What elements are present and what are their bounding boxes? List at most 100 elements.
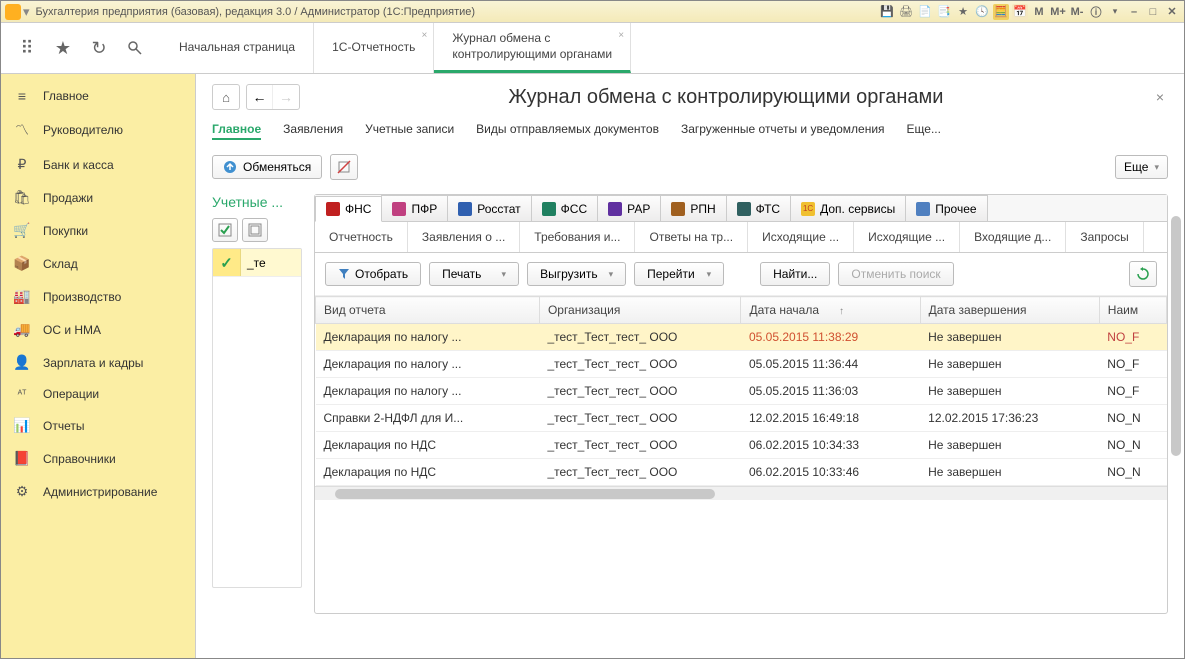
export-button[interactable]: Выгрузить [527, 262, 626, 286]
type-tab-3[interactable]: Ответы на тр... [635, 222, 748, 252]
check-all-button[interactable] [212, 218, 238, 242]
favorite-icon[interactable]: ★ [955, 4, 971, 20]
nav-admin[interactable]: ⚙Администрирование [1, 475, 195, 508]
calendar-icon[interactable]: 📅 [1012, 4, 1028, 20]
section-tab-accounts[interactable]: Учетные записи [365, 120, 454, 140]
section-tab-more[interactable]: Еще... [907, 120, 941, 140]
agency-tab-пфр[interactable]: ПФР [381, 195, 448, 221]
compare-icon[interactable]: 📑 [936, 4, 952, 20]
cell: Не завершен [920, 378, 1099, 405]
table-row[interactable]: Декларация по налогу ..._тест_Тест_тест_… [316, 324, 1167, 351]
print-icon[interactable]: 🖨 [898, 4, 914, 20]
col-end-date[interactable]: Дата завершения [920, 297, 1099, 324]
nav-production[interactable]: 🏭Производство [1, 280, 195, 313]
star-icon[interactable]: ★ [53, 38, 73, 58]
tab-start-page[interactable]: Начальная страница [161, 23, 314, 73]
nav-purchases[interactable]: 🛒Покупки [1, 214, 195, 247]
tab-1c-reporting[interactable]: 1С-Отчетность × [314, 23, 434, 73]
nav-main[interactable]: ≡Главное [1, 80, 195, 112]
nav-reports[interactable]: 📊Отчеты [1, 409, 195, 442]
account-checkbox[interactable]: ✓ [213, 249, 241, 276]
nav-warehouse[interactable]: 📦Склад [1, 247, 195, 280]
nav-sales[interactable]: 🛍Продажи [1, 181, 195, 214]
forward-button[interactable]: → [273, 85, 299, 109]
memory-m-button[interactable]: M [1031, 4, 1047, 20]
grid-wrapper[interactable]: Вид отчета Организация Дата начала↑ Дата… [315, 296, 1167, 613]
close-window-button[interactable]: ✕ [1164, 4, 1180, 20]
agency-tab-прочее[interactable]: Прочее [905, 195, 987, 221]
table-row[interactable]: Декларация по налогу ..._тест_Тест_тест_… [316, 351, 1167, 378]
info-dropdown[interactable]: ▾ [1107, 4, 1123, 20]
type-tab-6[interactable]: Входящие д... [960, 222, 1066, 252]
memory-mminus-button[interactable]: M- [1069, 4, 1085, 20]
history-nav-icon[interactable]: ↻ [89, 38, 109, 58]
document-icon[interactable]: 📄 [917, 4, 933, 20]
agency-tab-рар[interactable]: РАР [597, 195, 661, 221]
find-button[interactable]: Найти... [760, 262, 830, 286]
nav-operations[interactable]: ᴬᵀОперации [1, 379, 195, 409]
vertical-scrollbar[interactable] [1169, 214, 1183, 594]
calculator-icon[interactable]: 🧮 [993, 4, 1009, 20]
table-row[interactable]: Декларация по налогу ..._тест_Тест_тест_… [316, 378, 1167, 405]
table-row[interactable]: Декларация по НДС_тест_Тест_тест_ ООО06.… [316, 459, 1167, 486]
tab-close-icon[interactable]: × [618, 29, 624, 42]
print-button[interactable]: Печать [429, 262, 519, 286]
type-tab-4[interactable]: Исходящие ... [748, 222, 854, 252]
toggle-filter-button[interactable] [330, 154, 358, 180]
more-menu-button[interactable]: Еще ▾ [1115, 155, 1168, 179]
account-row[interactable]: ✓ _те [213, 249, 301, 277]
filter-button[interactable]: Отобрать [325, 262, 421, 286]
horizontal-scrollbar[interactable] [315, 486, 1167, 500]
agency-tab-рпн[interactable]: РПН [660, 195, 726, 221]
type-tab-2[interactable]: Требования и... [520, 222, 635, 252]
search-icon[interactable] [125, 38, 145, 58]
tab-close-icon[interactable]: × [422, 29, 428, 42]
type-tab-0[interactable]: Отчетность [315, 222, 408, 252]
maximize-button[interactable]: □ [1145, 4, 1161, 20]
nav-catalogs[interactable]: 📕Справочники [1, 442, 195, 475]
save-icon[interactable]: 💾 [879, 4, 895, 20]
page-close-icon[interactable]: × [1152, 85, 1168, 109]
type-tab-5[interactable]: Исходящие ... [854, 222, 960, 252]
table-row[interactable]: Декларация по НДС_тест_Тест_тест_ ООО06.… [316, 432, 1167, 459]
cancel-find-button[interactable]: Отменить поиск [838, 262, 953, 286]
apps-grid-icon[interactable]: ⠿ [17, 38, 37, 58]
info-icon[interactable]: ⓘ [1088, 4, 1104, 20]
agency-tab-росстат[interactable]: Росстат [447, 195, 531, 221]
nav-bank[interactable]: ₽Банк и касса [1, 148, 195, 181]
back-button[interactable]: ← [247, 85, 273, 109]
nav-manager[interactable]: 〽Руководителю [1, 112, 195, 148]
exchange-button[interactable]: Обменяться [212, 155, 322, 179]
history-icon[interactable]: 🕓 [974, 4, 990, 20]
memory-mplus-button[interactable]: M+ [1050, 4, 1066, 20]
cell: Не завершен [920, 351, 1099, 378]
agency-tab-доп--сервисы[interactable]: 1CДоп. сервисы [790, 195, 906, 221]
section-tab-main[interactable]: Главное [212, 120, 261, 140]
tab-exchange-journal[interactable]: Журнал обмена с контролирующими органами… [434, 23, 631, 73]
uncheck-all-button[interactable] [242, 218, 268, 242]
agency-tab-фсс[interactable]: ФСС [531, 195, 598, 221]
app-menu-dropdown[interactable]: ▾ [23, 4, 30, 20]
col-start-date[interactable]: Дата начала↑ [741, 297, 920, 324]
section-tab-loaded[interactable]: Загруженные отчеты и уведомления [681, 120, 885, 140]
type-tab-1[interactable]: Заявления о ... [408, 222, 520, 252]
nav-assets[interactable]: 🚚ОС и НМА [1, 313, 195, 346]
nav-salary[interactable]: 👤Зарплата и кадры [1, 346, 195, 379]
type-tab-7[interactable]: Запросы [1066, 222, 1143, 252]
section-tab-applications[interactable]: Заявления [283, 120, 343, 140]
scrollbar-thumb[interactable] [1171, 216, 1181, 456]
minimize-button[interactable]: – [1126, 4, 1142, 20]
accounts-list[interactable]: ✓ _те [212, 248, 302, 588]
col-organization[interactable]: Организация [539, 297, 741, 324]
col-report-type[interactable]: Вид отчета [316, 297, 540, 324]
agency-tab-фтс[interactable]: ФТС [726, 195, 791, 221]
col-name[interactable]: Наим [1099, 297, 1166, 324]
refresh-button[interactable] [1129, 261, 1157, 287]
scrollbar-thumb[interactable] [335, 489, 715, 499]
cell: 06.02.2015 10:33:46 [741, 459, 920, 486]
table-row[interactable]: Справки 2-НДФЛ для И..._тест_Тест_тест_ … [316, 405, 1167, 432]
agency-tab-фнс[interactable]: ФНС [315, 196, 382, 222]
goto-button[interactable]: Перейти [634, 262, 724, 286]
home-button[interactable]: ⌂ [212, 84, 240, 110]
section-tab-doc-types[interactable]: Виды отправляемых документов [476, 120, 659, 140]
